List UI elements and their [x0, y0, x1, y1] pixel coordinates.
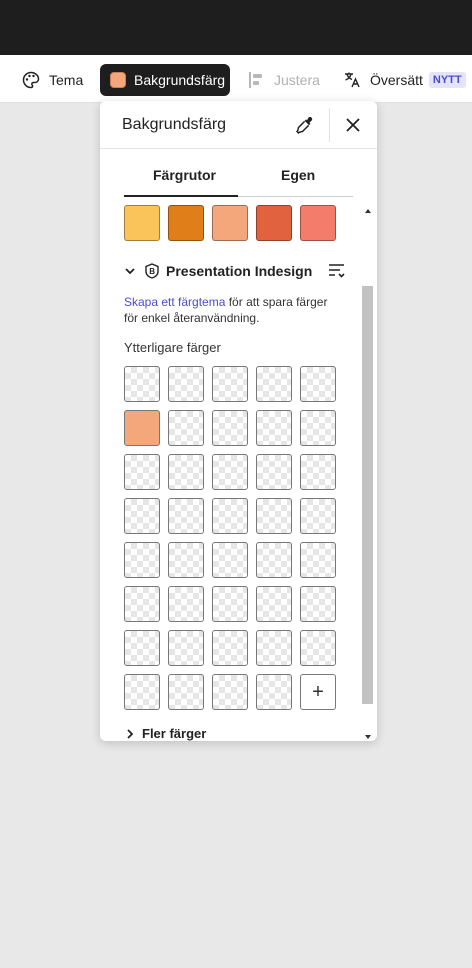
- create-theme-link[interactable]: Skapa ett färgtema: [124, 295, 225, 309]
- tabs: Färgrutor Egen: [124, 159, 353, 197]
- empty-color-slot[interactable]: [168, 366, 204, 402]
- empty-color-slot[interactable]: [300, 366, 336, 402]
- empty-color-slot[interactable]: [124, 542, 160, 578]
- brand-color-swatch[interactable]: [124, 205, 160, 241]
- empty-color-slot[interactable]: [212, 674, 248, 710]
- empty-color-slot[interactable]: [212, 542, 248, 578]
- brand-color-swatch[interactable]: [256, 205, 292, 241]
- eyedropper-icon[interactable]: [293, 113, 317, 137]
- context-toolbar: Tema Bakgrundsfärg Justera Översätt NYTT: [0, 55, 472, 103]
- empty-color-slot[interactable]: [212, 454, 248, 490]
- empty-color-slot[interactable]: [256, 542, 292, 578]
- empty-color-slot[interactable]: [212, 630, 248, 666]
- theme-label: Tema: [49, 72, 84, 88]
- brand-color-swatch[interactable]: [212, 205, 248, 241]
- brand-color-row: [124, 205, 344, 241]
- brand-color-swatch[interactable]: [168, 205, 204, 241]
- tab-custom[interactable]: Egen: [281, 167, 315, 183]
- add-color-button[interactable]: +: [300, 674, 336, 710]
- align-icon: [246, 70, 266, 90]
- scrollbar[interactable]: [360, 198, 375, 741]
- theme-button[interactable]: Tema: [21, 64, 83, 96]
- empty-color-slot[interactable]: [124, 498, 160, 534]
- brand-color-swatch[interactable]: [300, 205, 336, 241]
- translate-button[interactable]: Översätt NYTT: [342, 64, 466, 96]
- brand-kit-name: Presentation Indesign: [166, 263, 313, 279]
- chevron-right-icon: [124, 728, 136, 740]
- new-badge: NYTT: [428, 72, 466, 88]
- empty-color-slot[interactable]: [256, 366, 292, 402]
- empty-color-slot[interactable]: [300, 410, 336, 446]
- background-color-label: Bakgrundsfärg: [134, 72, 226, 88]
- empty-color-slot[interactable]: [124, 454, 160, 490]
- brand-kit-icon: B: [144, 263, 160, 279]
- empty-color-slot[interactable]: [212, 366, 248, 402]
- background-color-button[interactable]: Bakgrundsfärg: [100, 64, 230, 96]
- scroll-down-icon[interactable]: [364, 728, 372, 739]
- empty-color-slot[interactable]: [168, 630, 204, 666]
- brand-kit-description: Skapa ett färgtema för att spara färger …: [124, 294, 344, 326]
- empty-color-slot[interactable]: [212, 498, 248, 534]
- tab-swatches[interactable]: Färgrutor: [153, 167, 216, 183]
- empty-color-slot[interactable]: [168, 410, 204, 446]
- empty-color-slot[interactable]: [256, 454, 292, 490]
- color-swatch[interactable]: [124, 410, 160, 446]
- empty-color-slot[interactable]: [168, 498, 204, 534]
- empty-color-slot[interactable]: [168, 586, 204, 622]
- close-icon[interactable]: [341, 113, 365, 137]
- top-bar: [0, 0, 472, 55]
- active-tab-indicator: [124, 195, 238, 197]
- empty-color-slot[interactable]: [300, 542, 336, 578]
- header-divider: [329, 108, 330, 142]
- empty-color-slot[interactable]: [300, 630, 336, 666]
- scrollbar-thumb[interactable]: [362, 286, 373, 704]
- panel-title: Bakgrundsfärg: [122, 116, 227, 133]
- empty-color-slot[interactable]: [256, 410, 292, 446]
- empty-color-slot[interactable]: [256, 674, 292, 710]
- swatch-scroll-area[interactable]: B Presentation Indesign Skapa ett färgte…: [100, 198, 377, 741]
- empty-color-slot[interactable]: [124, 366, 160, 402]
- empty-color-slot[interactable]: [212, 410, 248, 446]
- more-colors-heading: Ytterligare färger: [124, 340, 221, 355]
- empty-color-slot[interactable]: [168, 674, 204, 710]
- sort-menu-icon[interactable]: [327, 261, 347, 281]
- background-color-panel: Bakgrundsfärg Färgrutor Egen B Presentat…: [100, 101, 377, 741]
- empty-color-slot[interactable]: [168, 542, 204, 578]
- empty-color-slot[interactable]: [256, 498, 292, 534]
- scroll-up-icon[interactable]: [364, 202, 372, 213]
- empty-color-slot[interactable]: [124, 630, 160, 666]
- empty-color-slot[interactable]: [300, 498, 336, 534]
- empty-color-slot[interactable]: [300, 586, 336, 622]
- empty-color-slot[interactable]: [124, 586, 160, 622]
- translate-icon: [342, 70, 362, 90]
- more-colors-expander[interactable]: Fler färger: [124, 726, 206, 741]
- translate-label: Översätt: [370, 72, 423, 88]
- svg-text:B: B: [149, 267, 155, 276]
- align-label: Justera: [274, 72, 320, 88]
- chevron-down-icon: [124, 265, 136, 277]
- brand-kit-header[interactable]: B Presentation Indesign: [124, 261, 347, 281]
- more-colors-label: Fler färger: [142, 726, 207, 741]
- panel-header: Bakgrundsfärg: [100, 101, 377, 149]
- empty-color-slot[interactable]: [168, 454, 204, 490]
- empty-color-slot[interactable]: [256, 586, 292, 622]
- align-button[interactable]: Justera: [246, 64, 320, 96]
- empty-color-slot[interactable]: [124, 674, 160, 710]
- current-color-swatch: [110, 72, 126, 88]
- empty-color-slot[interactable]: [212, 586, 248, 622]
- palette-icon: [21, 70, 41, 90]
- empty-color-slot[interactable]: [300, 454, 336, 490]
- empty-color-slot[interactable]: [256, 630, 292, 666]
